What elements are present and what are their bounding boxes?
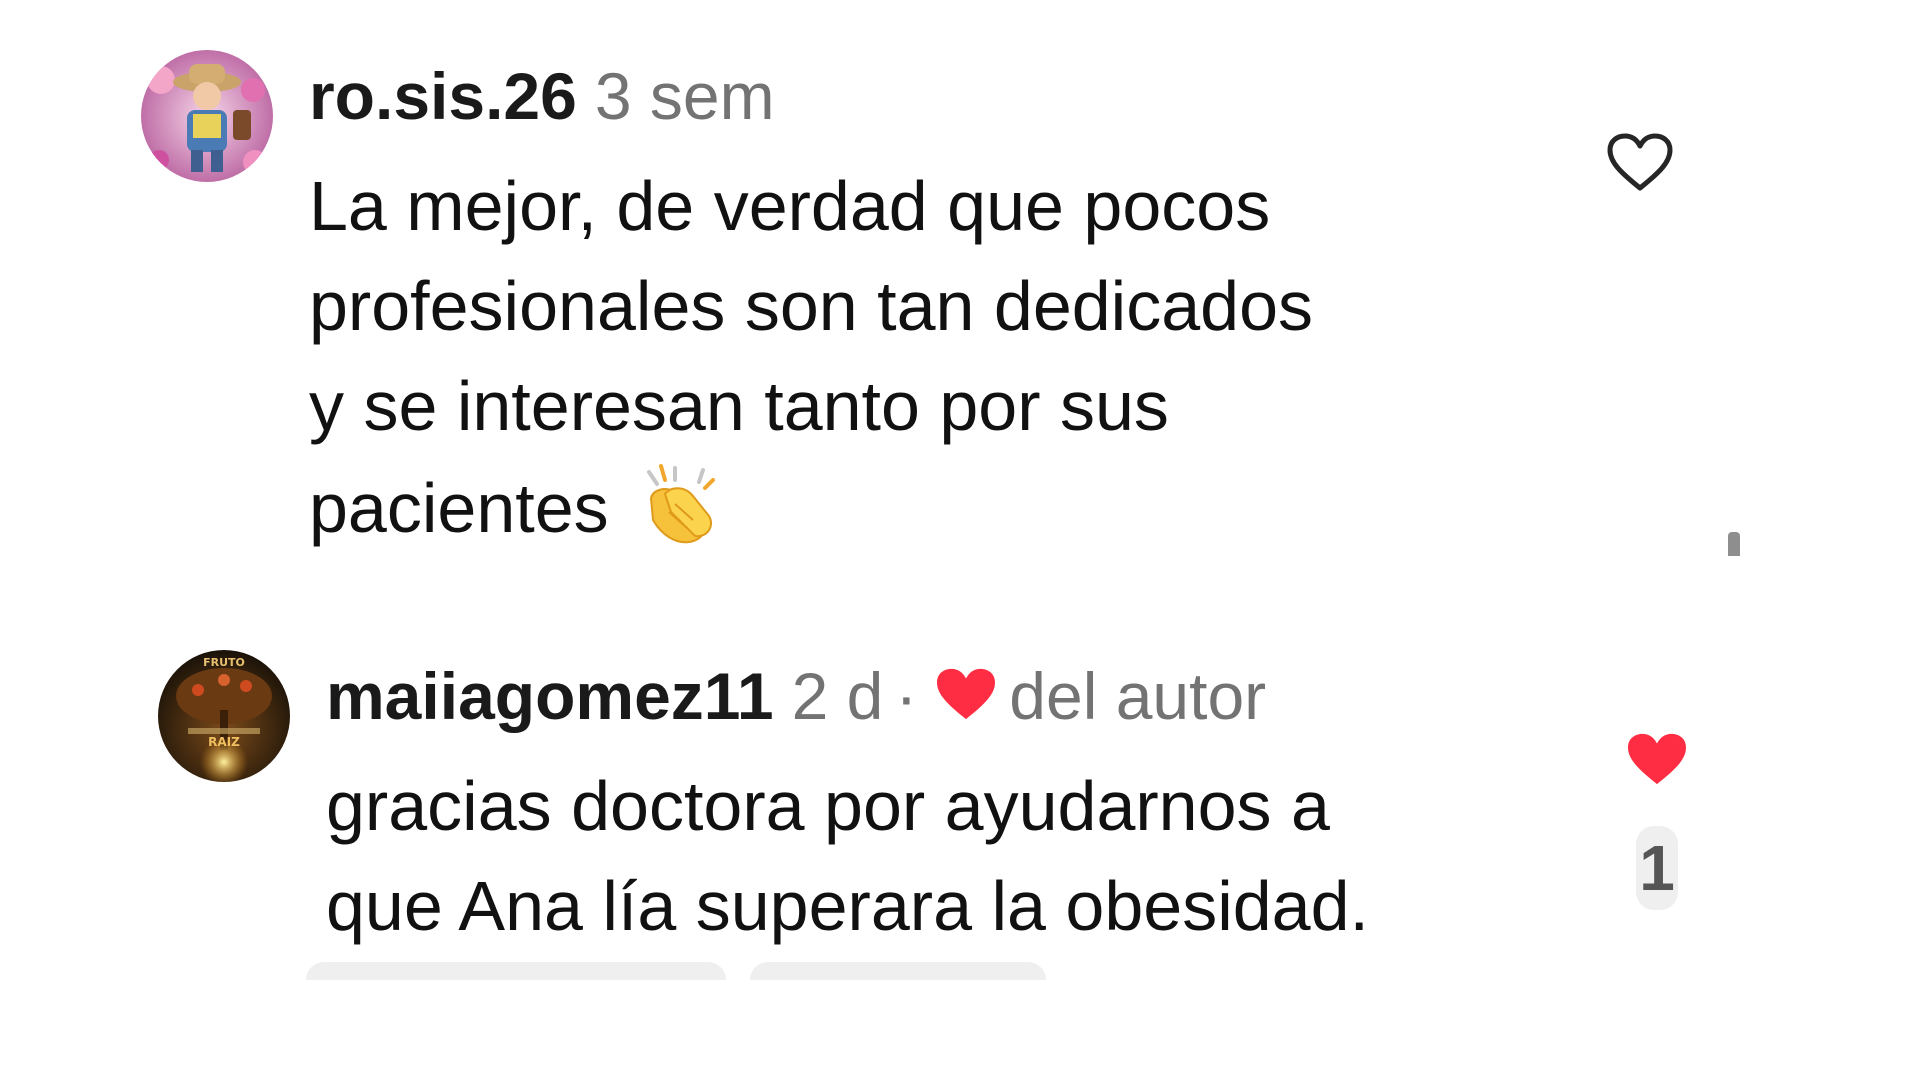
comment-text-line: que Ana lía superara la obesidad.	[326, 867, 1369, 945]
username[interactable]: maiiagomez11	[326, 659, 774, 733]
comment-text-line: gracias doctora por ayudarnos a	[326, 767, 1330, 845]
like-count[interactable]: 1	[1636, 826, 1678, 910]
comment-text: gracias doctora por ayudarnos a que Ana …	[326, 756, 1566, 956]
like-button[interactable]	[1624, 730, 1690, 793]
user-avatar-image: FRUTO RAIZ	[158, 650, 290, 782]
timestamp: 2 d	[791, 659, 884, 733]
avatar-text-top: FRUTO	[203, 656, 245, 669]
heart-filled-icon	[933, 660, 999, 740]
avatar-text-bottom: RAIZ	[208, 735, 240, 749]
reply-chip[interactable]	[750, 962, 1046, 980]
comment-header: maiiagomez11 2 d · del autor	[326, 656, 1266, 740]
liked-by-author-label: del autor	[1009, 659, 1267, 733]
separator-dot: ·	[895, 659, 918, 733]
avatar[interactable]: FRUTO RAIZ	[158, 650, 290, 782]
heart-filled-icon	[1628, 733, 1686, 785]
comment-2: FRUTO RAIZ maiiagomez11 2 d · del autor gr…	[0, 0, 1920, 1080]
reply-chip[interactable]	[306, 962, 726, 980]
